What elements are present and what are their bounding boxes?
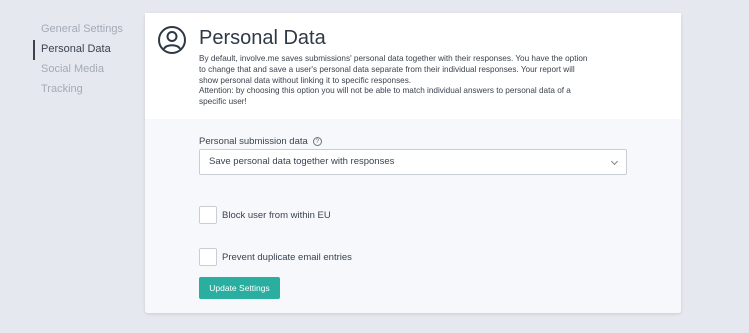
description-line: to change that and save a user's persona… (199, 64, 575, 74)
block-eu-label: Block user from within EU (222, 209, 331, 221)
sidebar-item-social-media[interactable]: Social Media (33, 60, 143, 80)
settings-card: Personal Data By default, involve.me sav… (145, 13, 681, 313)
block-eu-checkbox[interactable] (199, 206, 217, 224)
submission-data-selected-value: Save personal data together with respons… (209, 156, 395, 167)
description-line: specific user! (199, 97, 247, 107)
card-body: Personal submission data ? Save personal… (145, 119, 681, 313)
user-icon (158, 26, 186, 54)
page-description: By default, involve.me saves submissions… (199, 54, 624, 108)
prevent-duplicates-checkbox[interactable] (199, 248, 217, 266)
description-line: Attention: by choosing this option you w… (199, 86, 571, 96)
submission-data-select[interactable]: Save personal data together with respons… (199, 149, 627, 175)
sidebar-item-general-settings[interactable]: General Settings (33, 20, 143, 40)
chevron-down-icon (610, 157, 619, 166)
settings-sidebar: General Settings Personal Data Social Me… (33, 20, 143, 100)
description-line: By default, involve.me saves submissions… (199, 54, 588, 63)
sidebar-item-tracking[interactable]: Tracking (33, 80, 143, 100)
submission-data-label: Personal submission data ? (199, 136, 322, 147)
block-eu-row: Block user from within EU (199, 206, 331, 224)
prevent-duplicates-row: Prevent duplicate email entries (199, 248, 352, 266)
card-header: Personal Data By default, involve.me sav… (145, 13, 681, 119)
sidebar-item-personal-data[interactable]: Personal Data (33, 40, 143, 60)
prevent-duplicates-label: Prevent duplicate email entries (222, 251, 352, 263)
update-settings-button[interactable]: Update Settings (199, 277, 280, 299)
submission-data-label-text: Personal submission data (199, 136, 308, 147)
help-icon[interactable]: ? (312, 137, 322, 146)
description-line: show personal data without linking it to… (199, 75, 412, 85)
page-title: Personal Data (199, 27, 326, 49)
